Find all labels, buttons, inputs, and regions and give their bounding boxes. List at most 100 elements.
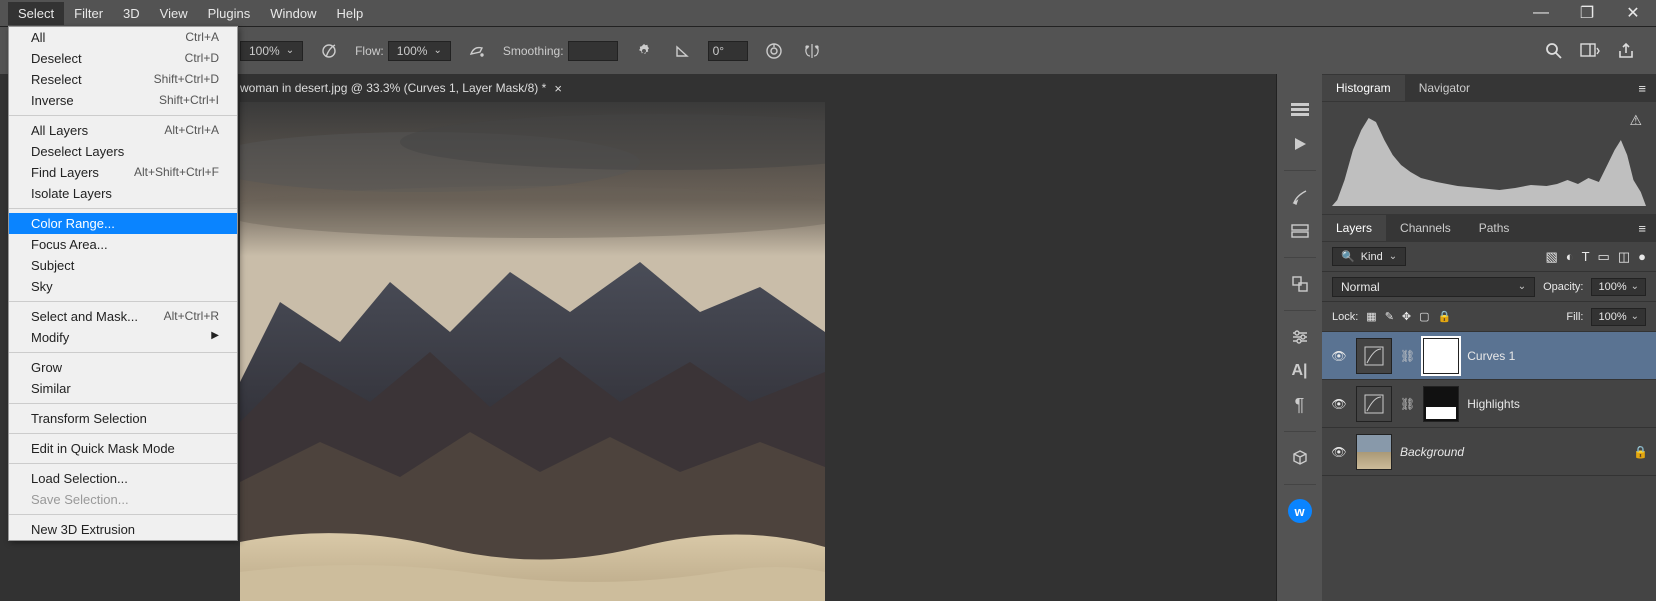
layer-fill-field[interactable]: 100%⌄ <box>1591 308 1646 326</box>
tab-paths[interactable]: Paths <box>1465 215 1524 241</box>
layer-name[interactable]: Highlights <box>1467 397 1648 411</box>
lock-transparency-icon[interactable]: ▦ <box>1366 310 1376 323</box>
lock-all-icon[interactable]: 🔒 <box>1438 310 1452 323</box>
tab-histogram[interactable]: Histogram <box>1322 75 1405 101</box>
layer-filter-kind[interactable]: 🔍Kind⌄ <box>1332 247 1406 266</box>
filter-shape-icon[interactable]: ▭ <box>1598 249 1610 265</box>
filter-pixels-icon[interactable]: ▧ <box>1545 249 1557 265</box>
link-mask-icon[interactable]: ⛓ <box>1400 349 1415 363</box>
panel-menu-icon[interactable]: ≡ <box>1628 81 1656 96</box>
dock-libraries-icon[interactable]: w <box>1286 497 1314 525</box>
layer-mask-thumbnail[interactable] <box>1423 386 1459 422</box>
layer-thumbnail[interactable] <box>1356 338 1392 374</box>
visibility-icon[interactable]: 👁 <box>1330 349 1348 363</box>
menu-3d[interactable]: 3D <box>113 2 150 25</box>
menu-select[interactable]: Select <box>8 2 64 25</box>
menu-item-similar[interactable]: Similar <box>9 378 237 399</box>
tab-channels[interactable]: Channels <box>1386 215 1465 241</box>
blend-mode-dropdown[interactable]: Normal⌄ <box>1332 277 1535 297</box>
menu-plugins[interactable]: Plugins <box>198 2 261 25</box>
airbrush-icon[interactable] <box>465 39 489 63</box>
lock-artboard-icon[interactable]: ▢ <box>1419 310 1429 323</box>
dock-swatches-icon[interactable] <box>1286 217 1314 245</box>
menu-item-subject[interactable]: Subject <box>9 255 237 276</box>
layer-opacity-field[interactable]: 100%⌄ <box>1591 278 1646 296</box>
angle-icon[interactable] <box>670 39 694 63</box>
menu-item-deselect[interactable]: DeselectCtrl+D <box>9 48 237 69</box>
flow-field[interactable]: 100%⌄ <box>388 41 451 61</box>
angle-field[interactable]: 0° <box>708 41 748 61</box>
layer-row[interactable]: 👁 Background 🔒 <box>1322 428 1656 476</box>
layer-row[interactable]: 👁 ⛓ Highlights <box>1322 380 1656 428</box>
menu-item-all-layers[interactable]: All LayersAlt+Ctrl+A <box>9 120 237 141</box>
menu-item-select-and-mask[interactable]: Select and Mask...Alt+Ctrl+R <box>9 306 237 327</box>
options-bar: 100%⌄ Flow: 100%⌄ Smoothing: 0° <box>0 26 1656 74</box>
menu-item-isolate-layers[interactable]: Isolate Layers <box>9 183 237 204</box>
menu-help[interactable]: Help <box>327 2 374 25</box>
menu-item-save-selection[interactable]: Save Selection... <box>9 489 237 510</box>
dock-clone-icon[interactable] <box>1286 270 1314 298</box>
workspace-icon[interactable] <box>1578 39 1602 63</box>
visibility-icon[interactable]: 👁 <box>1330 445 1348 459</box>
close-button[interactable]: ✕ <box>1610 0 1656 26</box>
dock-paragraph-icon[interactable]: ¶ <box>1286 391 1314 419</box>
layers-blend-row: Normal⌄ Opacity: 100%⌄ <box>1322 272 1656 302</box>
smoothing-label: Smoothing: <box>503 44 564 58</box>
menu-item-deselect-layers[interactable]: Deselect Layers <box>9 141 237 162</box>
smoothing-field[interactable] <box>568 41 618 61</box>
maximize-button[interactable]: ❐ <box>1564 0 1610 26</box>
layer-row[interactable]: 👁 ⛓ Curves 1 <box>1322 332 1656 380</box>
menu-item-color-range[interactable]: Color Range... <box>9 213 237 234</box>
menu-window[interactable]: Window <box>260 2 326 25</box>
share-icon[interactable] <box>1614 39 1638 63</box>
dock-adjustments-icon[interactable] <box>1286 323 1314 351</box>
minimize-button[interactable]: — <box>1518 0 1564 26</box>
menu-item-transform-selection[interactable]: Transform Selection <box>9 408 237 429</box>
menu-item-inverse[interactable]: InverseShift+Ctrl+I <box>9 90 237 111</box>
menu-item-reselect[interactable]: ReselectShift+Ctrl+D <box>9 69 237 90</box>
histogram-warning-icon[interactable]: ⚠ <box>1629 112 1642 129</box>
dock-color-icon[interactable] <box>1286 96 1314 124</box>
menu-item-grow[interactable]: Grow <box>9 357 237 378</box>
filter-adjust-icon[interactable]: ◐ <box>1566 249 1574 265</box>
layer-name[interactable]: Curves 1 <box>1467 349 1648 363</box>
menu-item-load-selection[interactable]: Load Selection... <box>9 468 237 489</box>
layer-mask-thumbnail[interactable] <box>1423 338 1459 374</box>
layer-thumbnail[interactable] <box>1356 434 1392 470</box>
close-tab-icon[interactable]: × <box>554 81 562 96</box>
select-menu-dropdown: AllCtrl+ADeselectCtrl+DReselectShift+Ctr… <box>8 26 238 541</box>
menu-item-all[interactable]: AllCtrl+A <box>9 27 237 48</box>
lock-image-icon[interactable]: ✎ <box>1385 310 1394 323</box>
layer-name[interactable]: Background <box>1400 445 1625 459</box>
dock-play-icon[interactable] <box>1286 130 1314 158</box>
document-tab[interactable]: woman in desert.jpg @ 33.3% (Curves 1, L… <box>240 81 562 96</box>
lock-position-icon[interactable]: ✥ <box>1402 310 1411 323</box>
menu-view[interactable]: View <box>150 2 198 25</box>
filter-smart-icon[interactable]: ◫ <box>1618 249 1630 265</box>
layers-panel-menu-icon[interactable]: ≡ <box>1628 221 1656 236</box>
link-mask-icon[interactable]: ⛓ <box>1400 397 1415 411</box>
symmetry-icon[interactable] <box>800 39 824 63</box>
pressure-opacity-icon[interactable] <box>317 39 341 63</box>
opacity-field[interactable]: 100%⌄ <box>240 41 303 61</box>
menu-item-new-3d-extrusion[interactable]: New 3D Extrusion <box>9 519 237 540</box>
pressure-size-icon[interactable] <box>762 39 786 63</box>
menu-item-sky[interactable]: Sky <box>9 276 237 297</box>
search-icon[interactable] <box>1542 39 1566 63</box>
menu-filter[interactable]: Filter <box>64 2 113 25</box>
layer-thumbnail[interactable] <box>1356 386 1392 422</box>
menu-item-edit-in-quick-mask-mode[interactable]: Edit in Quick Mask Mode <box>9 438 237 459</box>
filter-toggle-icon[interactable]: ● <box>1638 249 1646 265</box>
tab-layers[interactable]: Layers <box>1322 215 1386 241</box>
smoothing-options-icon[interactable] <box>632 39 656 63</box>
canvas[interactable] <box>240 102 825 601</box>
tab-navigator[interactable]: Navigator <box>1405 75 1484 101</box>
dock-character-icon[interactable]: A| <box>1286 357 1314 385</box>
menu-item-modify[interactable]: Modify▶ <box>9 327 237 348</box>
visibility-icon[interactable]: 👁 <box>1330 397 1348 411</box>
dock-3d-icon[interactable] <box>1286 444 1314 472</box>
menu-item-find-layers[interactable]: Find LayersAlt+Shift+Ctrl+F <box>9 162 237 183</box>
menu-item-focus-area[interactable]: Focus Area... <box>9 234 237 255</box>
dock-brush-icon[interactable] <box>1286 183 1314 211</box>
filter-type-icon[interactable]: T <box>1582 249 1590 265</box>
